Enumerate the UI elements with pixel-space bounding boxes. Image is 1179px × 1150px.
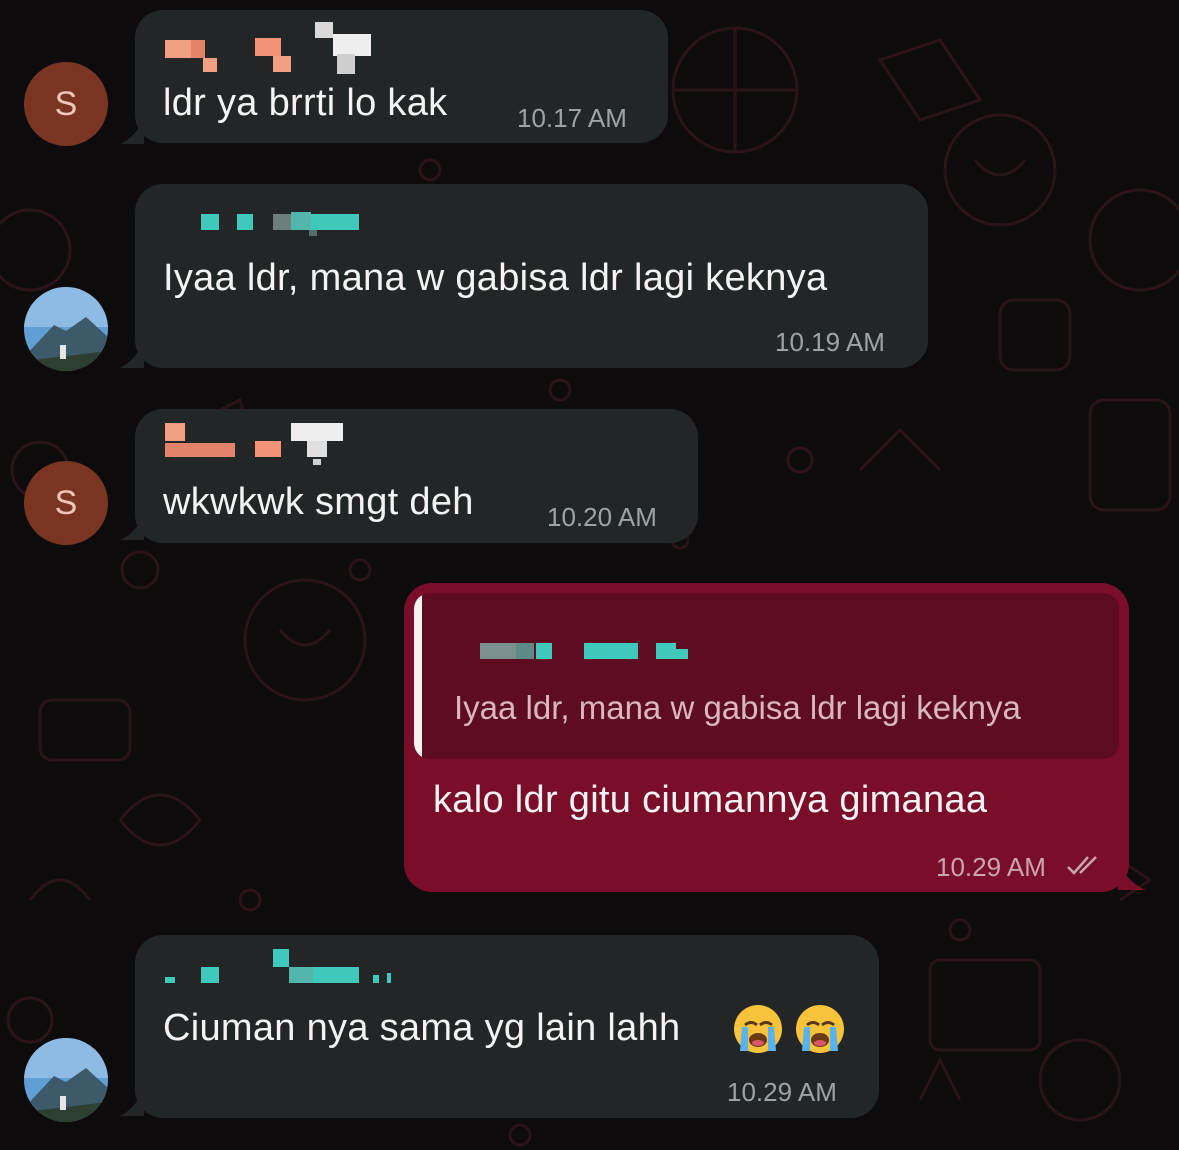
message-text: Ciuman nya sama yg lain lahh: [163, 1007, 681, 1049]
sender-name-redacted: [165, 947, 405, 983]
avatar-photo[interactable]: [24, 287, 108, 371]
message-time: 10.19 AM: [775, 327, 885, 357]
message-time: 10.20 AM: [547, 502, 657, 532]
message-text: ldr ya brrti lo kak: [163, 82, 448, 124]
quote-accent-bar: [414, 593, 422, 759]
message-text: wkwkwk smgt deh: [163, 481, 474, 523]
avatar-s[interactable]: S: [24, 62, 108, 146]
avatar-mountain-photo: [24, 287, 108, 371]
message-bubble-incoming[interactable]: ldr ya brrti lo kak 10.17 AM: [135, 10, 668, 143]
message-time: 10.29 AM: [936, 852, 1046, 882]
quoted-message-text: Iyaa ldr, mana w gabisa ldr lagi keknya: [454, 689, 1021, 726]
message-bubble-outgoing[interactable]: Iyaa ldr, mana w gabisa ldr lagi keknya …: [404, 583, 1129, 892]
avatar-s[interactable]: S: [24, 461, 108, 545]
avatar-photo[interactable]: [24, 1038, 108, 1122]
message-time: 10.17 AM: [517, 103, 627, 133]
sender-name-redacted: [165, 423, 365, 465]
quoted-sender-redacted: [480, 633, 720, 667]
sender-name-redacted: [165, 22, 371, 74]
avatar-mountain-photo: [24, 1038, 108, 1122]
loudly-crying-face-emoji: [796, 1005, 844, 1053]
message-bubble-incoming[interactable]: Ciuman nya sama yg lain lahh 10.29 AM: [135, 935, 879, 1118]
message-text: Iyaa ldr, mana w gabisa ldr lagi keknya: [163, 257, 828, 299]
double-check-icon: [1067, 856, 1097, 875]
loudly-crying-face-emoji: [734, 1005, 782, 1053]
message-text: kalo ldr gitu ciumannya gimanaa: [433, 779, 988, 821]
sender-name-redacted: [195, 212, 425, 246]
message-time: 10.29 AM: [727, 1077, 837, 1107]
reply-quote[interactable]: Iyaa ldr, mana w gabisa ldr lagi keknya: [414, 593, 1119, 759]
message-bubble-incoming[interactable]: wkwkwk smgt deh 10.20 AM: [135, 409, 698, 543]
message-bubble-incoming[interactable]: Iyaa ldr, mana w gabisa ldr lagi keknya …: [135, 184, 928, 368]
